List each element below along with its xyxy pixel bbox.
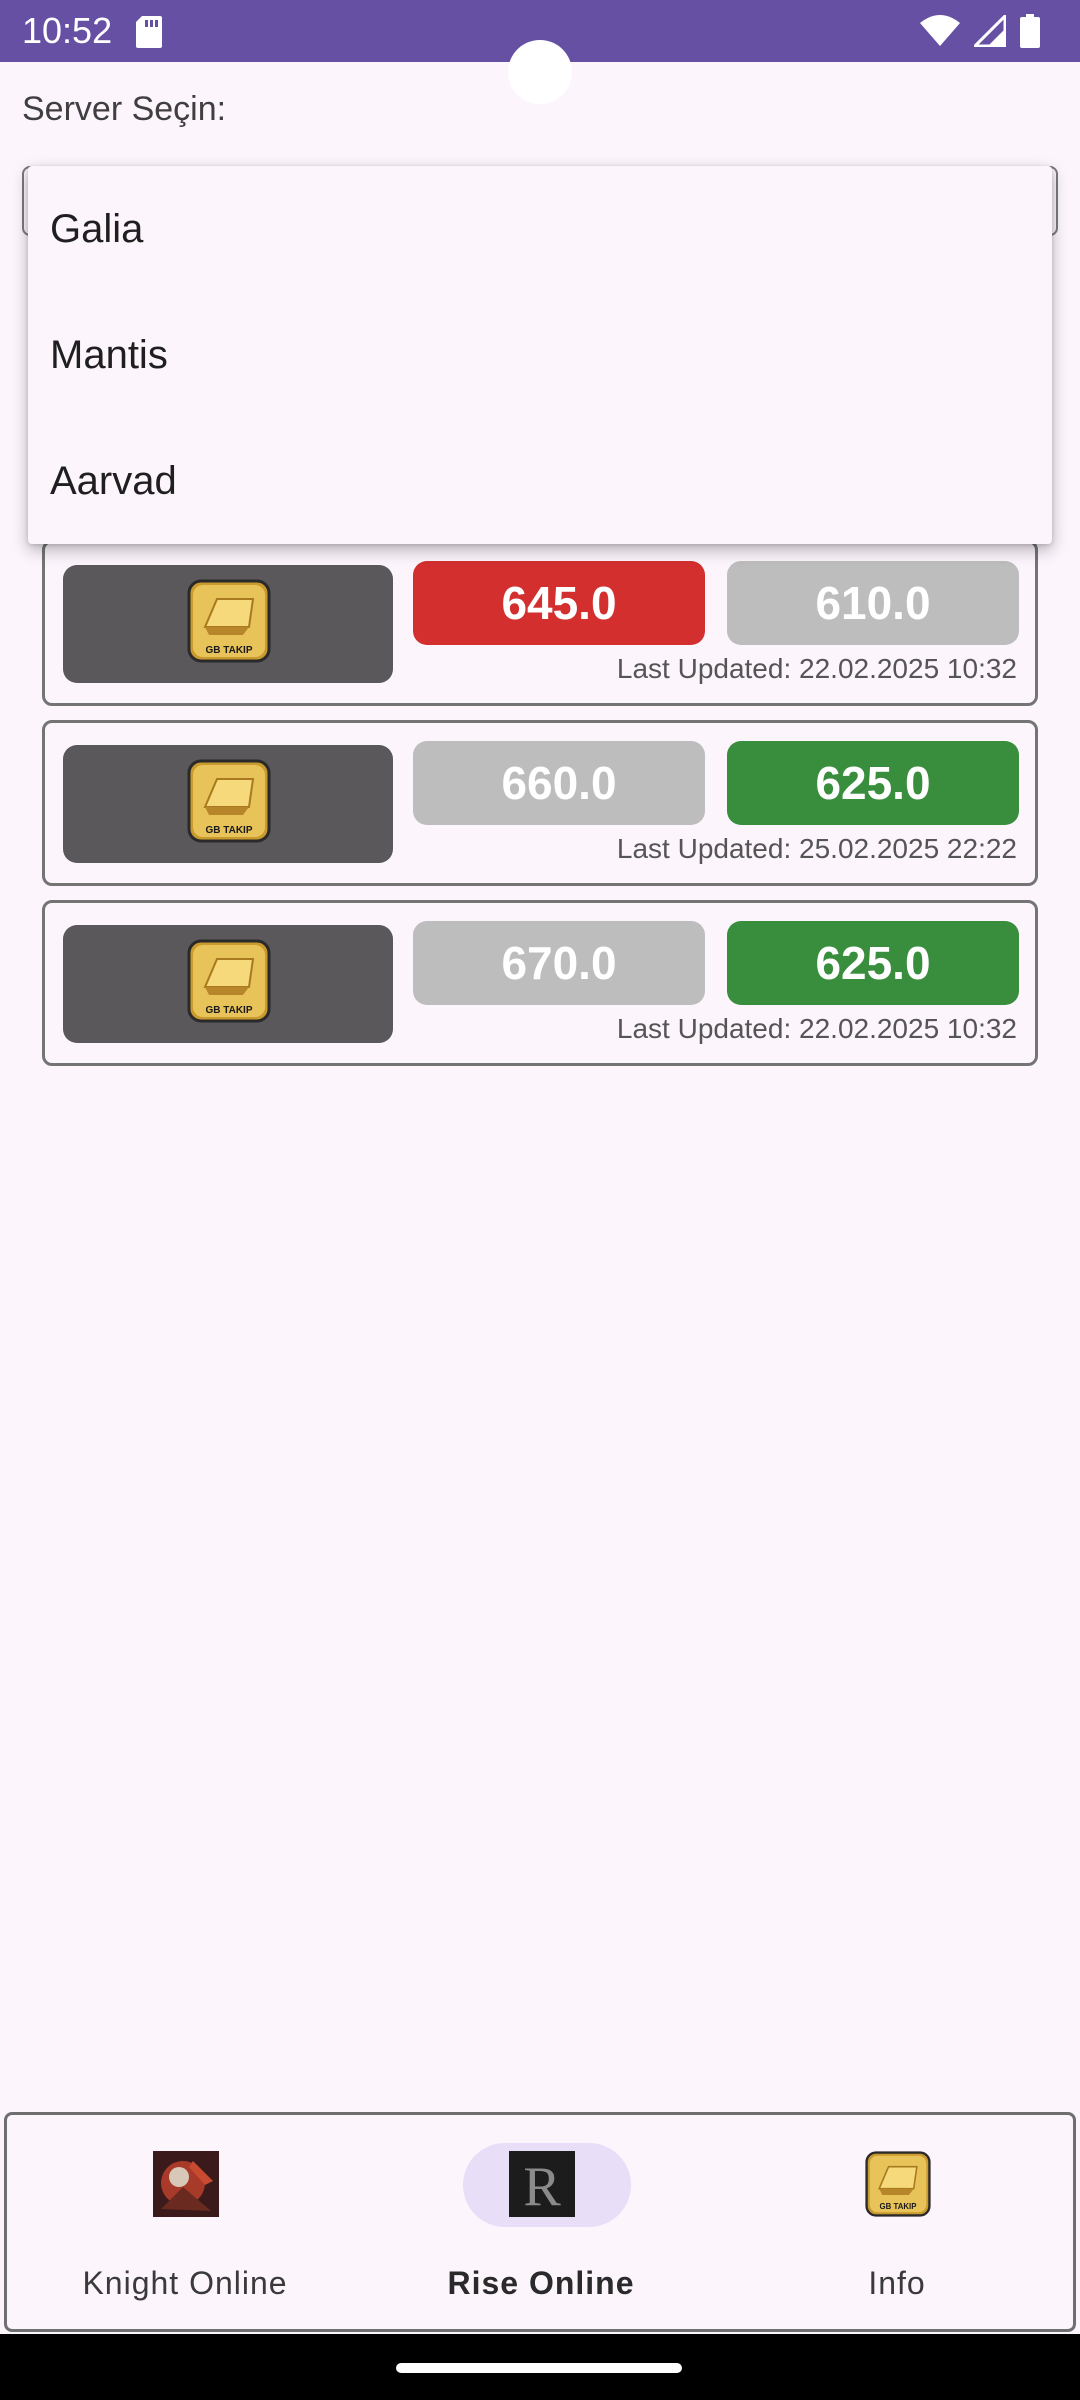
knight-online-icon	[153, 2151, 219, 2217]
last-updated: Last Updated: 25.02.2025 22:22	[616, 833, 1017, 864]
sd-card-icon	[136, 16, 162, 48]
price-card: GB TAKIP 660.0 625.0 Last Updated: 25.02…	[42, 720, 1038, 886]
battery-icon	[1020, 14, 1040, 48]
gb-takip-icon: GB TAKIP	[187, 579, 271, 663]
gb-icon-text: GB TAKIP	[205, 1005, 252, 1016]
last-updated: Last Updated: 22.02.2025 10:32	[616, 653, 1017, 684]
nav-rise-online[interactable]: R Rise Online	[363, 2115, 719, 2329]
gb-takip-icon: GB TAKIP	[187, 939, 271, 1023]
gb-takip-icon: GB TAKIP	[865, 2151, 931, 2217]
svg-text:R: R	[523, 2156, 561, 2217]
nav-label: Knight Online	[82, 2265, 288, 2301]
server-option-aarvad[interactable]: Aarvad	[28, 418, 1052, 544]
server-label: Server Seçin:	[22, 90, 227, 128]
price-1: 645.0	[413, 561, 705, 645]
rise-online-icon: R	[509, 2151, 575, 2217]
wifi-icon	[920, 15, 960, 46]
camera-cutout	[508, 40, 572, 104]
nav-label: Rise Online	[447, 2265, 635, 2301]
server-option-mantis[interactable]: Mantis	[28, 292, 1052, 418]
status-time: 10:52	[22, 10, 113, 51]
logo-box: GB TAKIP	[63, 565, 393, 683]
gb-icon-text: GB TAKIP	[205, 645, 252, 656]
bottom-nav: Knight Online R Rise Online GB TAKIP Inf…	[4, 2112, 1076, 2332]
price-2: 625.0	[727, 921, 1019, 1005]
nav-info[interactable]: GB TAKIP Info	[719, 2115, 1075, 2329]
nav-knight-online[interactable]: Knight Online	[7, 2115, 363, 2329]
home-gesture-bar[interactable]	[396, 2363, 682, 2373]
nav-label: Info	[868, 2265, 926, 2301]
server-dropdown: Galia Mantis Aarvad	[28, 166, 1052, 544]
last-updated: Last Updated: 22.02.2025 10:32	[616, 1013, 1017, 1044]
price-1: 660.0	[413, 741, 705, 825]
price-card: GB TAKIP 645.0 610.0 Last Updated: 22.02…	[42, 540, 1038, 706]
gb-icon-text: GB TAKIP	[880, 2202, 917, 2211]
logo-box: GB TAKIP	[63, 745, 393, 863]
logo-box: GB TAKIP	[63, 925, 393, 1043]
price-1: 670.0	[413, 921, 705, 1005]
gb-icon-text: GB TAKIP	[205, 825, 252, 836]
price-2: 610.0	[727, 561, 1019, 645]
price-2: 625.0	[727, 741, 1019, 825]
server-option-galia[interactable]: Galia	[28, 166, 1052, 292]
signal-icon	[974, 15, 1006, 47]
gb-takip-icon: GB TAKIP	[187, 759, 271, 843]
price-card: GB TAKIP 670.0 625.0 Last Updated: 22.02…	[42, 900, 1038, 1066]
